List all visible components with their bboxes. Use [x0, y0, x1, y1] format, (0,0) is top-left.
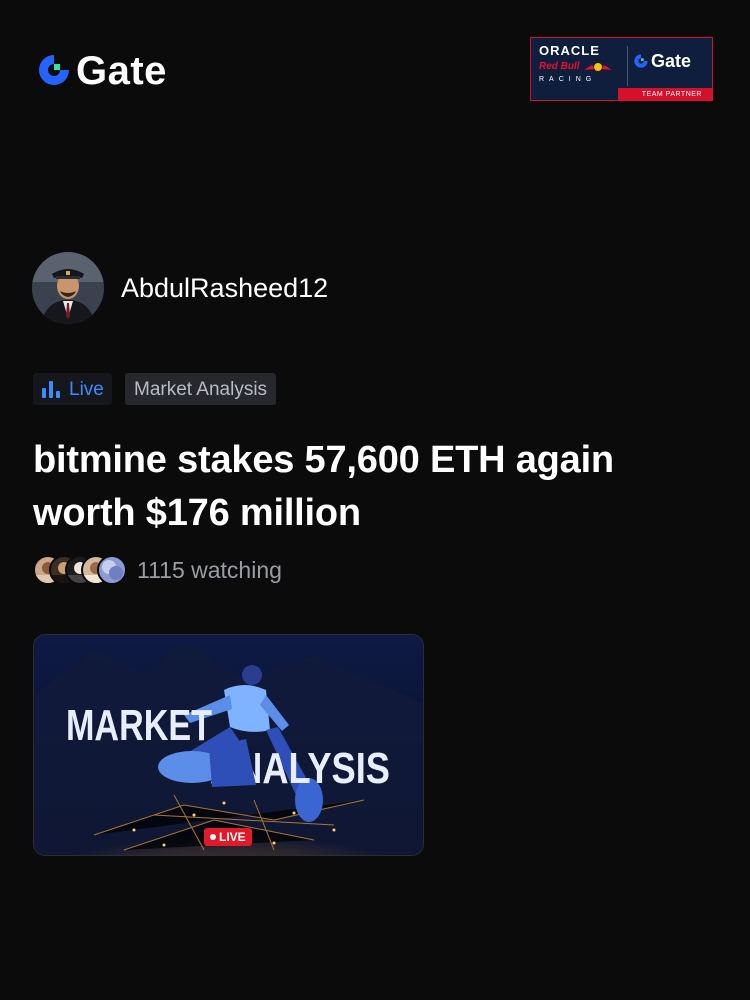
cover-title-line1: MARKET [66, 701, 212, 750]
author-avatar[interactable] [32, 252, 104, 324]
live-dot-icon [210, 834, 216, 840]
oracle-wordmark: ORACLE [539, 43, 600, 58]
gate-logo[interactable]: Gate [36, 49, 167, 93]
live-badge: LIVE [204, 828, 252, 846]
gate-logo-icon [39, 55, 69, 85]
avatar-portrait-icon [32, 252, 104, 324]
bar-chart-icon [42, 381, 60, 398]
live-label: Live [69, 378, 104, 400]
watching-count: 1115 watching [137, 556, 282, 583]
partner-gate-text: Gate [651, 51, 692, 71]
team-partner-strip: TEAM PARTNER [531, 88, 712, 100]
watchers-row: 1115 watching [33, 554, 282, 586]
partner-divider [627, 46, 628, 86]
redbull-bulls-icon [583, 63, 612, 71]
live-tag[interactable]: Live [33, 373, 112, 405]
racing-wordmark: RACING [539, 76, 597, 83]
live-badge-label: LIVE [219, 830, 246, 844]
post-headline[interactable]: bitmine stakes 57,600 ETH again worth $1… [33, 434, 723, 540]
gate-mini-logo-icon [634, 54, 648, 68]
team-partner-label: TEAM PARTNER [641, 90, 702, 98]
redbull-wordmark: Red Bull [539, 61, 580, 72]
market-analysis-cover-image: MARKET ANALYSIS [34, 635, 423, 855]
logo-text: Gate [76, 49, 167, 93]
live-stream-thumbnail[interactable]: MARKET ANALYSIS LIVE [33, 634, 424, 856]
team-partner-banner[interactable]: ORACLE Red Bull RACING Gate TEAM PARTNER [530, 37, 713, 101]
watcher-avatar [97, 555, 127, 585]
watcher-avatars [33, 554, 129, 586]
author-name[interactable]: AbdulRasheed12 [121, 271, 328, 305]
category-tag[interactable]: Market Analysis [125, 373, 277, 405]
category-label: Market Analysis [134, 378, 268, 400]
